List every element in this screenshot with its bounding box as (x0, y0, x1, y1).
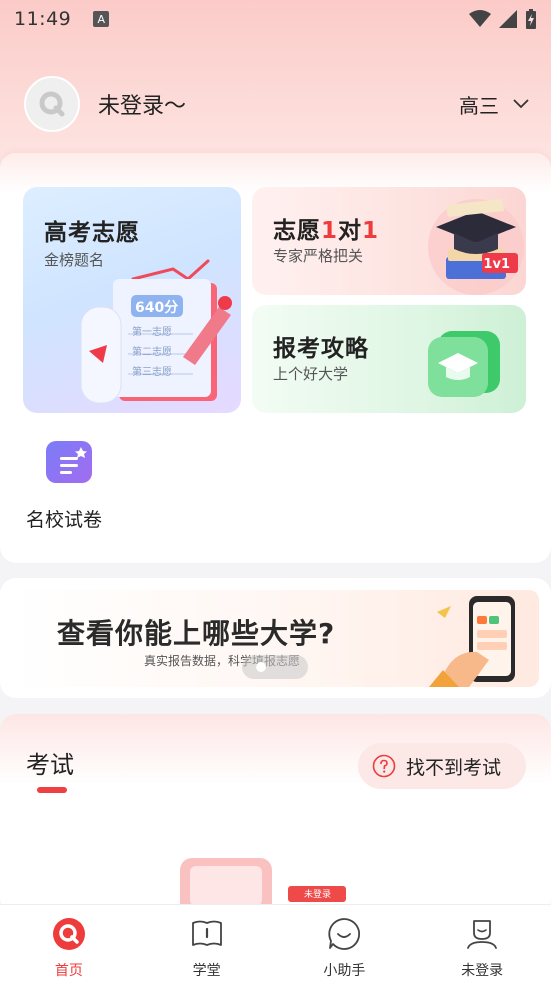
tab-profile[interactable]: 未登录 (413, 905, 551, 981)
chevron-down-icon (513, 99, 529, 109)
volunteer-line-1: 第一志愿 (132, 327, 172, 338)
banner-card: 查看你能上哪些大学? 真实报告数据，科学填报志愿 (0, 578, 551, 698)
phone-hand-illustration (429, 596, 515, 687)
profile-row[interactable]: 未登录～ 高三 (24, 76, 529, 132)
profile-icon (465, 917, 499, 951)
profile-name[interactable]: 未登录～ (98, 88, 186, 120)
tab-label: 学堂 (192, 963, 221, 979)
wifi-icon (469, 10, 491, 27)
exam-section: 考试 找不到考试 未登录 (0, 714, 551, 914)
tab-label: 未登录 (461, 963, 504, 979)
book-icon (190, 917, 224, 951)
exam-paper-icon (46, 441, 92, 483)
score-badge: 640分 (135, 300, 179, 316)
tab-assistant[interactable]: 小助手 (276, 905, 414, 981)
tile-title: 报考攻略 (273, 336, 369, 362)
assistant-icon (327, 917, 361, 951)
application-strategy-tile[interactable]: 报考攻略 上个好大学 (252, 305, 526, 413)
graduation-book-icon (428, 331, 500, 397)
carousel-dot-active (256, 662, 266, 672)
avatar[interactable] (24, 76, 80, 132)
exam-title-underline (37, 787, 67, 793)
grade-selector[interactable]: 高三 (459, 90, 529, 119)
tab-label: 首页 (54, 963, 83, 979)
notification-icon: A (93, 11, 110, 27)
volunteer-line-2: 第二志愿 (132, 347, 172, 358)
tab-home[interactable]: 首页 (0, 905, 138, 981)
famous-school-papers-label: 名校试卷 (26, 509, 103, 531)
carousel-indicator (242, 655, 308, 679)
gaokao-volunteer-tile[interactable]: 高考志愿 金榜题名 640分 第一志愿 第二志愿 第三志愿 (23, 187, 241, 413)
graduation-cap-illustration (428, 199, 524, 295)
volunteer-form-illustration (80, 259, 232, 404)
cant-find-exam-label: 找不到考试 (406, 756, 502, 779)
question-circle-icon (372, 754, 396, 778)
grade-label: 高三 (459, 93, 499, 118)
signal-icon (499, 10, 517, 28)
tab-study[interactable]: 学堂 (138, 905, 276, 981)
tile-subtitle: 上个好大学 (273, 365, 349, 383)
tile-subtitle: 专家严格把关 (273, 247, 364, 265)
banner-title: 查看你能上哪些大学? (57, 617, 336, 650)
battery-icon (526, 9, 536, 29)
not-logged-in-tag: 未登录 (304, 890, 332, 900)
bottom-tab-bar: 首页 学堂 小助手 未登录 (0, 904, 551, 981)
status-time: 11:49 (14, 8, 72, 30)
home-icon (52, 917, 86, 951)
volunteer-line-3: 第三志愿 (132, 367, 172, 378)
tile-title: 志愿1对1 (273, 218, 380, 244)
tab-label: 小助手 (323, 963, 366, 979)
avatar-logo-icon (39, 91, 65, 117)
one-v-one-badge: 1v1 (483, 257, 510, 272)
one-on-one-volunteer-tile[interactable]: 志愿1对1 专家严格把关 1v1 (252, 187, 526, 295)
exam-section-title: 考试 (26, 751, 74, 779)
famous-school-papers-entry[interactable]: 名校试卷 (26, 441, 126, 532)
status-bar: 11:49 A (0, 0, 551, 38)
cant-find-exam-button[interactable]: 找不到考试 (358, 743, 526, 789)
feature-card: 高考志愿 金榜题名 640分 第一志愿 第二志愿 第三志愿 志愿1对1 专家严格… (0, 153, 551, 563)
